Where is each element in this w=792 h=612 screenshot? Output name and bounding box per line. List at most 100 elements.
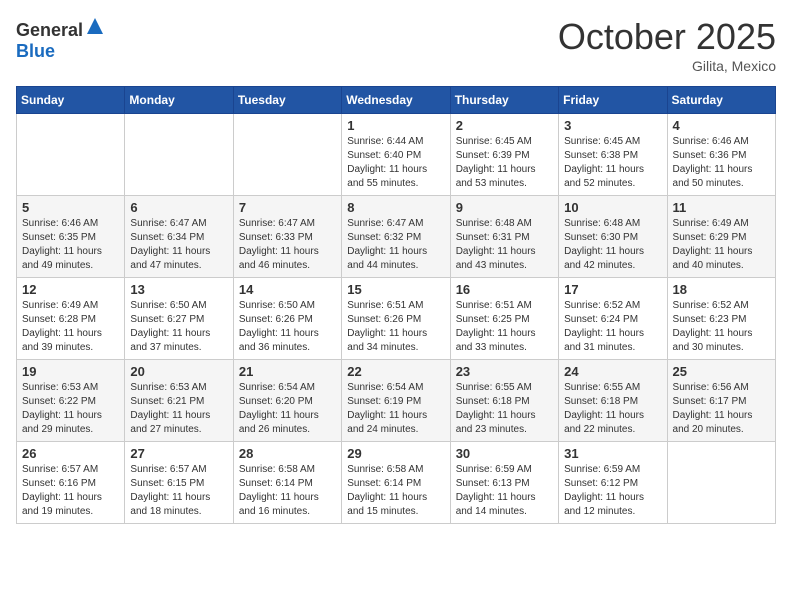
calendar-header-saturday: Saturday	[667, 87, 775, 114]
calendar-cell: 5 Sunrise: 6:46 AM Sunset: 6:35 PM Daylig…	[17, 196, 125, 278]
calendar-cell: 28Sunrise: 6:58 AM Sunset: 6:14 PM Dayli…	[233, 442, 341, 524]
day-info: Sunrise: 6:45 AM Sunset: 6:38 PM Dayligh…	[564, 135, 661, 191]
day-info: Sunrise: 6:48 AM Sunset: 6:30 PM Dayligh…	[564, 217, 661, 273]
day-number: 2	[456, 118, 553, 133]
day-number: 3	[564, 118, 661, 133]
calendar-cell: 2 Sunrise: 6:45 AM Sunset: 6:39 PM Daylig…	[450, 114, 558, 196]
day-number: 8	[347, 200, 444, 215]
day-number: 1	[347, 118, 444, 133]
calendar-cell: 30 Sunrise: 6:59 AM Sunset: 6:13 PM Dayli…	[450, 442, 558, 524]
calendar-header-wednesday: Wednesday	[342, 87, 450, 114]
day-info: Sunrise: 6:49 AM Sunset: 6:29 PM Dayligh…	[673, 217, 770, 273]
day-info: Sunrise: 6:53 AM Sunset: 6:21 PM Dayligh…	[130, 381, 227, 437]
day-number: 29	[347, 446, 444, 461]
day-number: 16	[456, 282, 553, 297]
day-number: 9	[456, 200, 553, 215]
day-number: 6	[130, 200, 227, 215]
calendar-cell: 29 Sunrise: 6:58 AM Sunset: 6:14 PM Dayli…	[342, 442, 450, 524]
calendar-cell: 21 Sunrise: 6:54 AM Sunset: 6:20 PM Dayli…	[233, 360, 341, 442]
day-number: 15	[347, 282, 444, 297]
day-info: Sunrise: 6:50 AM Sunset: 6:26 PM Dayligh…	[239, 299, 336, 355]
calendar-cell: 14 Sunrise: 6:50 AM Sunset: 6:26 PM Dayli…	[233, 278, 341, 360]
calendar-header-monday: Monday	[125, 87, 233, 114]
day-info: Sunrise: 6:50 AM Sunset: 6:27 PM Dayligh…	[130, 299, 227, 355]
day-info: Sunrise: 6:44 AM Sunset: 6:40 PM Dayligh…	[347, 135, 444, 191]
calendar-cell: 7Sunrise: 6:47 AM Sunset: 6:33 PM Daylig…	[233, 196, 341, 278]
logo-icon	[85, 16, 105, 36]
calendar-cell: 8Sunrise: 6:47 AM Sunset: 6:32 PM Daylig…	[342, 196, 450, 278]
calendar-cell: 11 Sunrise: 6:49 AM Sunset: 6:29 PM Dayli…	[667, 196, 775, 278]
logo-blue: Blue	[16, 41, 55, 61]
day-info: Sunrise: 6:55 AM Sunset: 6:18 PM Dayligh…	[456, 381, 553, 437]
calendar-header-row: SundayMondayTuesdayWednesdayThursdayFrid…	[17, 87, 776, 114]
calendar-cell: 12 Sunrise: 6:49 AM Sunset: 6:28 PM Dayli…	[17, 278, 125, 360]
day-info: Sunrise: 6:48 AM Sunset: 6:31 PM Dayligh…	[456, 217, 553, 273]
day-number: 7	[239, 200, 336, 215]
day-info: Sunrise: 6:46 AM Sunset: 6:35 PM Dayligh…	[22, 217, 119, 273]
calendar-cell: 15 Sunrise: 6:51 AM Sunset: 6:26 PM Dayli…	[342, 278, 450, 360]
calendar-header-friday: Friday	[559, 87, 667, 114]
calendar-cell: 23 Sunrise: 6:55 AM Sunset: 6:18 PM Dayli…	[450, 360, 558, 442]
calendar-cell: 25 Sunrise: 6:56 AM Sunset: 6:17 PM Dayli…	[667, 360, 775, 442]
calendar-table: SundayMondayTuesdayWednesdayThursdayFrid…	[16, 86, 776, 524]
calendar-header-thursday: Thursday	[450, 87, 558, 114]
day-info: Sunrise: 6:59 AM Sunset: 6:13 PM Dayligh…	[456, 463, 553, 519]
calendar-cell: 3 Sunrise: 6:45 AM Sunset: 6:38 PM Daylig…	[559, 114, 667, 196]
day-number: 12	[22, 282, 119, 297]
day-info: Sunrise: 6:52 AM Sunset: 6:24 PM Dayligh…	[564, 299, 661, 355]
calendar-header-sunday: Sunday	[17, 87, 125, 114]
logo: General Blue	[16, 16, 105, 62]
day-info: Sunrise: 6:49 AM Sunset: 6:28 PM Dayligh…	[22, 299, 119, 355]
calendar-cell: 4 Sunrise: 6:46 AM Sunset: 6:36 PM Daylig…	[667, 114, 775, 196]
calendar-cell: 31 Sunrise: 6:59 AM Sunset: 6:12 PM Dayli…	[559, 442, 667, 524]
day-number: 5	[22, 200, 119, 215]
calendar-week-row: 19 Sunrise: 6:53 AM Sunset: 6:22 PM Dayli…	[17, 360, 776, 442]
calendar-cell: 18 Sunrise: 6:52 AM Sunset: 6:23 PM Dayli…	[667, 278, 775, 360]
day-info: Sunrise: 6:54 AM Sunset: 6:19 PM Dayligh…	[347, 381, 444, 437]
calendar-cell: 26Sunrise: 6:57 AM Sunset: 6:16 PM Dayli…	[17, 442, 125, 524]
day-info: Sunrise: 6:46 AM Sunset: 6:36 PM Dayligh…	[673, 135, 770, 191]
day-number: 4	[673, 118, 770, 133]
day-info: Sunrise: 6:58 AM Sunset: 6:14 PM Dayligh…	[347, 463, 444, 519]
day-info: Sunrise: 6:55 AM Sunset: 6:18 PM Dayligh…	[564, 381, 661, 437]
calendar-cell	[233, 114, 341, 196]
calendar-cell: 9 Sunrise: 6:48 AM Sunset: 6:31 PM Daylig…	[450, 196, 558, 278]
day-number: 11	[673, 200, 770, 215]
day-number: 27	[130, 446, 227, 461]
day-info: Sunrise: 6:54 AM Sunset: 6:20 PM Dayligh…	[239, 381, 336, 437]
day-number: 14	[239, 282, 336, 297]
day-info: Sunrise: 6:56 AM Sunset: 6:17 PM Dayligh…	[673, 381, 770, 437]
page-header: General Blue October 2025 Gilita, Mexico	[16, 16, 776, 74]
calendar-week-row: 1 Sunrise: 6:44 AM Sunset: 6:40 PM Daylig…	[17, 114, 776, 196]
day-number: 30	[456, 446, 553, 461]
calendar-cell: 1 Sunrise: 6:44 AM Sunset: 6:40 PM Daylig…	[342, 114, 450, 196]
day-info: Sunrise: 6:52 AM Sunset: 6:23 PM Dayligh…	[673, 299, 770, 355]
calendar-cell: 16Sunrise: 6:51 AM Sunset: 6:25 PM Dayli…	[450, 278, 558, 360]
day-number: 24	[564, 364, 661, 379]
day-info: Sunrise: 6:53 AM Sunset: 6:22 PM Dayligh…	[22, 381, 119, 437]
logo-general: General	[16, 20, 83, 40]
day-number: 25	[673, 364, 770, 379]
calendar-cell: 22 Sunrise: 6:54 AM Sunset: 6:19 PM Dayli…	[342, 360, 450, 442]
day-number: 20	[130, 364, 227, 379]
day-number: 17	[564, 282, 661, 297]
calendar-cell: 6Sunrise: 6:47 AM Sunset: 6:34 PM Daylig…	[125, 196, 233, 278]
day-number: 31	[564, 446, 661, 461]
day-info: Sunrise: 6:57 AM Sunset: 6:15 PM Dayligh…	[130, 463, 227, 519]
day-number: 22	[347, 364, 444, 379]
day-number: 23	[456, 364, 553, 379]
day-number: 21	[239, 364, 336, 379]
calendar-cell	[667, 442, 775, 524]
day-info: Sunrise: 6:45 AM Sunset: 6:39 PM Dayligh…	[456, 135, 553, 191]
day-number: 19	[22, 364, 119, 379]
calendar-cell	[125, 114, 233, 196]
calendar-header-tuesday: Tuesday	[233, 87, 341, 114]
day-info: Sunrise: 6:57 AM Sunset: 6:16 PM Dayligh…	[22, 463, 119, 519]
day-info: Sunrise: 6:58 AM Sunset: 6:14 PM Dayligh…	[239, 463, 336, 519]
calendar-week-row: 12 Sunrise: 6:49 AM Sunset: 6:28 PM Dayli…	[17, 278, 776, 360]
day-info: Sunrise: 6:51 AM Sunset: 6:26 PM Dayligh…	[347, 299, 444, 355]
calendar-cell	[17, 114, 125, 196]
day-info: Sunrise: 6:59 AM Sunset: 6:12 PM Dayligh…	[564, 463, 661, 519]
day-number: 18	[673, 282, 770, 297]
location-title: Gilita, Mexico	[558, 58, 776, 74]
